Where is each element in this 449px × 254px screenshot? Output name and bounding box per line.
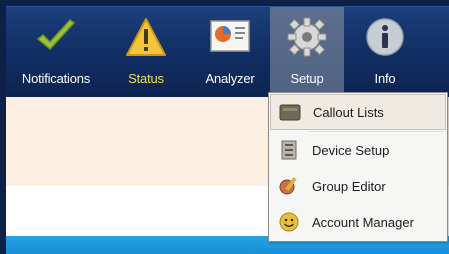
menu-label-device-setup: Device Setup [312,142,390,158]
menu-item-callout-lists[interactable]: Callout Lists [270,94,446,130]
toolbar-label-setup: Setup [290,71,324,86]
checkmark-icon [36,18,76,51]
toolbar-label-notifications: Notifications [21,71,91,86]
menu-item-group-editor[interactable]: Group Editor [270,168,446,204]
toolbar-label-analyzer: Analyzer [205,71,255,86]
callout-list-icon [279,104,301,121]
menu-item-device-setup[interactable]: Device Setup [270,132,446,168]
menu-label-callout-lists: Callout Lists [313,104,384,120]
menu-item-account-manager[interactable]: Account Manager [270,204,446,240]
toolbar-status-button[interactable]: Status [110,7,182,98]
toolbar-analyzer-button[interactable]: Analyzer [190,7,270,98]
account-manager-icon [279,212,299,232]
toolbar-setup-button[interactable]: Setup [270,7,344,98]
app-frame: Notifications Status Analyzer Setup Info… [0,0,449,254]
group-editor-icon [279,177,297,195]
toolbar-info-button[interactable]: Info [348,7,422,98]
gear-icon [287,17,327,57]
setup-dropdown-menu: Callout Lists Device Setup Group Editor [268,92,448,242]
menu-label-group-editor: Group Editor [312,178,386,194]
device-setup-icon [281,140,297,160]
toolbar-label-status: Status [128,71,164,86]
warning-icon [126,18,166,56]
toolbar-notifications-button[interactable]: Notifications [8,7,104,98]
menu-label-account-manager: Account Manager [312,214,414,230]
toolbar-label-info: Info [374,71,396,86]
main-toolbar: Notifications Status Analyzer Setup Info [6,6,449,98]
analyzer-chart-icon [210,20,250,52]
info-icon [366,18,404,56]
